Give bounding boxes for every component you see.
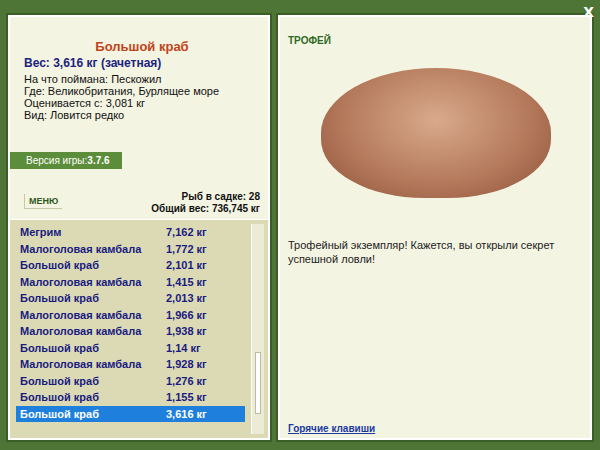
scrollbar[interactable]: [251, 224, 264, 434]
catch-panel: Большой краб Вес: 3,616 кг (зачетная) На ч…: [8, 15, 270, 440]
fish-info: Большой краб Вес: 3,616 кг (зачетная) На ч…: [10, 17, 268, 152]
catch-row[interactable]: Мегрим7,162 кг: [16, 224, 245, 241]
game-window: X Большой краб Вес: 3,616 кг (зачетная) На …: [0, 0, 600, 450]
catch-row[interactable]: Большой краб1,276 кг: [16, 373, 245, 390]
scrollbar-thumb[interactable]: [255, 352, 261, 414]
catch-weight: 1,938 кг: [166, 325, 207, 337]
catch-name: Большой краб: [20, 408, 166, 420]
stat-line: Рыб в садке: 28: [151, 191, 260, 203]
catch-row[interactable]: Малоголовая камбала1,415 кг: [16, 274, 245, 291]
stats: Рыб в садке: 28Общий вес: 736,745 кг: [151, 191, 260, 215]
catch-weight: 1,276 кг: [166, 375, 207, 387]
version-label: Версия игры:: [26, 155, 87, 166]
trophy-label: ТРОФЕЙ: [288, 35, 582, 46]
catch-name: Большой краб: [20, 292, 166, 304]
catch-list: Мегрим7,162 кгМалоголовая камбала1,772 к…: [10, 219, 268, 438]
catch-weight: 1,415 кг: [166, 276, 207, 288]
catch-row[interactable]: Большой краб2,013 кг: [16, 290, 245, 307]
catch-weight: 7,162 кг: [166, 226, 207, 238]
hotkeys-link[interactable]: Горячие клавиши: [288, 423, 582, 434]
catch-name: Малоголовая камбала: [20, 276, 166, 288]
menu-row: МЕНЮ Рыб в садке: 28Общий вес: 736,745 кг: [10, 169, 268, 219]
fish-detail: На что поймана: Пескожил: [24, 73, 260, 85]
catch-row[interactable]: Большой краб2,101 кг: [16, 257, 245, 274]
catch-name: Большой краб: [20, 342, 166, 354]
version-value: 3.7.6: [87, 155, 109, 166]
catch-name: Малоголовая камбала: [20, 309, 166, 321]
menu-button[interactable]: МЕНЮ: [24, 194, 62, 209]
version-bar: Версия игры:3.7.6: [10, 152, 122, 169]
crab-photo: [298, 38, 574, 228]
catch-name: Большой краб: [20, 259, 166, 271]
trophy-message: Трофейный экземпляр! Кажется, вы открыли…: [288, 238, 582, 266]
fish-weight: Вес: 3,616 кг (зачетная): [24, 56, 260, 70]
catch-row[interactable]: Малоголовая камбала1,966 кг: [16, 307, 245, 324]
catch-weight: 1,772 кг: [166, 243, 207, 255]
fish-detail: Вид: Ловится редко: [24, 109, 260, 121]
catch-name: Мегрим: [20, 226, 166, 238]
catch-name: Малоголовая камбала: [20, 358, 166, 370]
catch-weight: 2,013 кг: [166, 292, 207, 304]
catch-row[interactable]: Малоголовая камбала1,938 кг: [16, 323, 245, 340]
catch-weight: 1,966 кг: [166, 309, 207, 321]
catch-weight: 1,155 кг: [166, 391, 207, 403]
catch-weight: 3,616 кг: [166, 408, 207, 420]
fish-title: Большой краб: [24, 39, 260, 54]
stat-line: Общий вес: 736,745 кг: [151, 203, 260, 215]
trophy-panel: ТРОФЕЙ Трофейный экземпляр! Кажется, вы о…: [278, 15, 592, 440]
catch-row[interactable]: Малоголовая камбала1,928 кг: [16, 356, 245, 373]
catch-name: Большой краб: [20, 375, 166, 387]
catch-row[interactable]: Большой краб1,155 кг: [16, 389, 245, 406]
catch-name: Большой краб: [20, 391, 166, 403]
catch-weight: 1,928 кг: [166, 358, 207, 370]
catch-weight: 2,101 кг: [166, 259, 207, 271]
catch-row[interactable]: Большой краб1,14 кг: [16, 340, 245, 357]
catch-row[interactable]: Большой краб3,616 кг: [16, 406, 245, 423]
catch-name: Малоголовая камбала: [20, 243, 166, 255]
close-button[interactable]: X: [583, 4, 594, 20]
fish-detail: Оценивается с: 3,081 кг: [24, 97, 260, 109]
catch-row[interactable]: Малоголовая камбала1,772 кг: [16, 241, 245, 258]
catch-weight: 1,14 кг: [166, 342, 201, 354]
fish-detail: Где: Великобритания, Бурлящее море: [24, 85, 260, 97]
catch-name: Малоголовая камбала: [20, 325, 166, 337]
